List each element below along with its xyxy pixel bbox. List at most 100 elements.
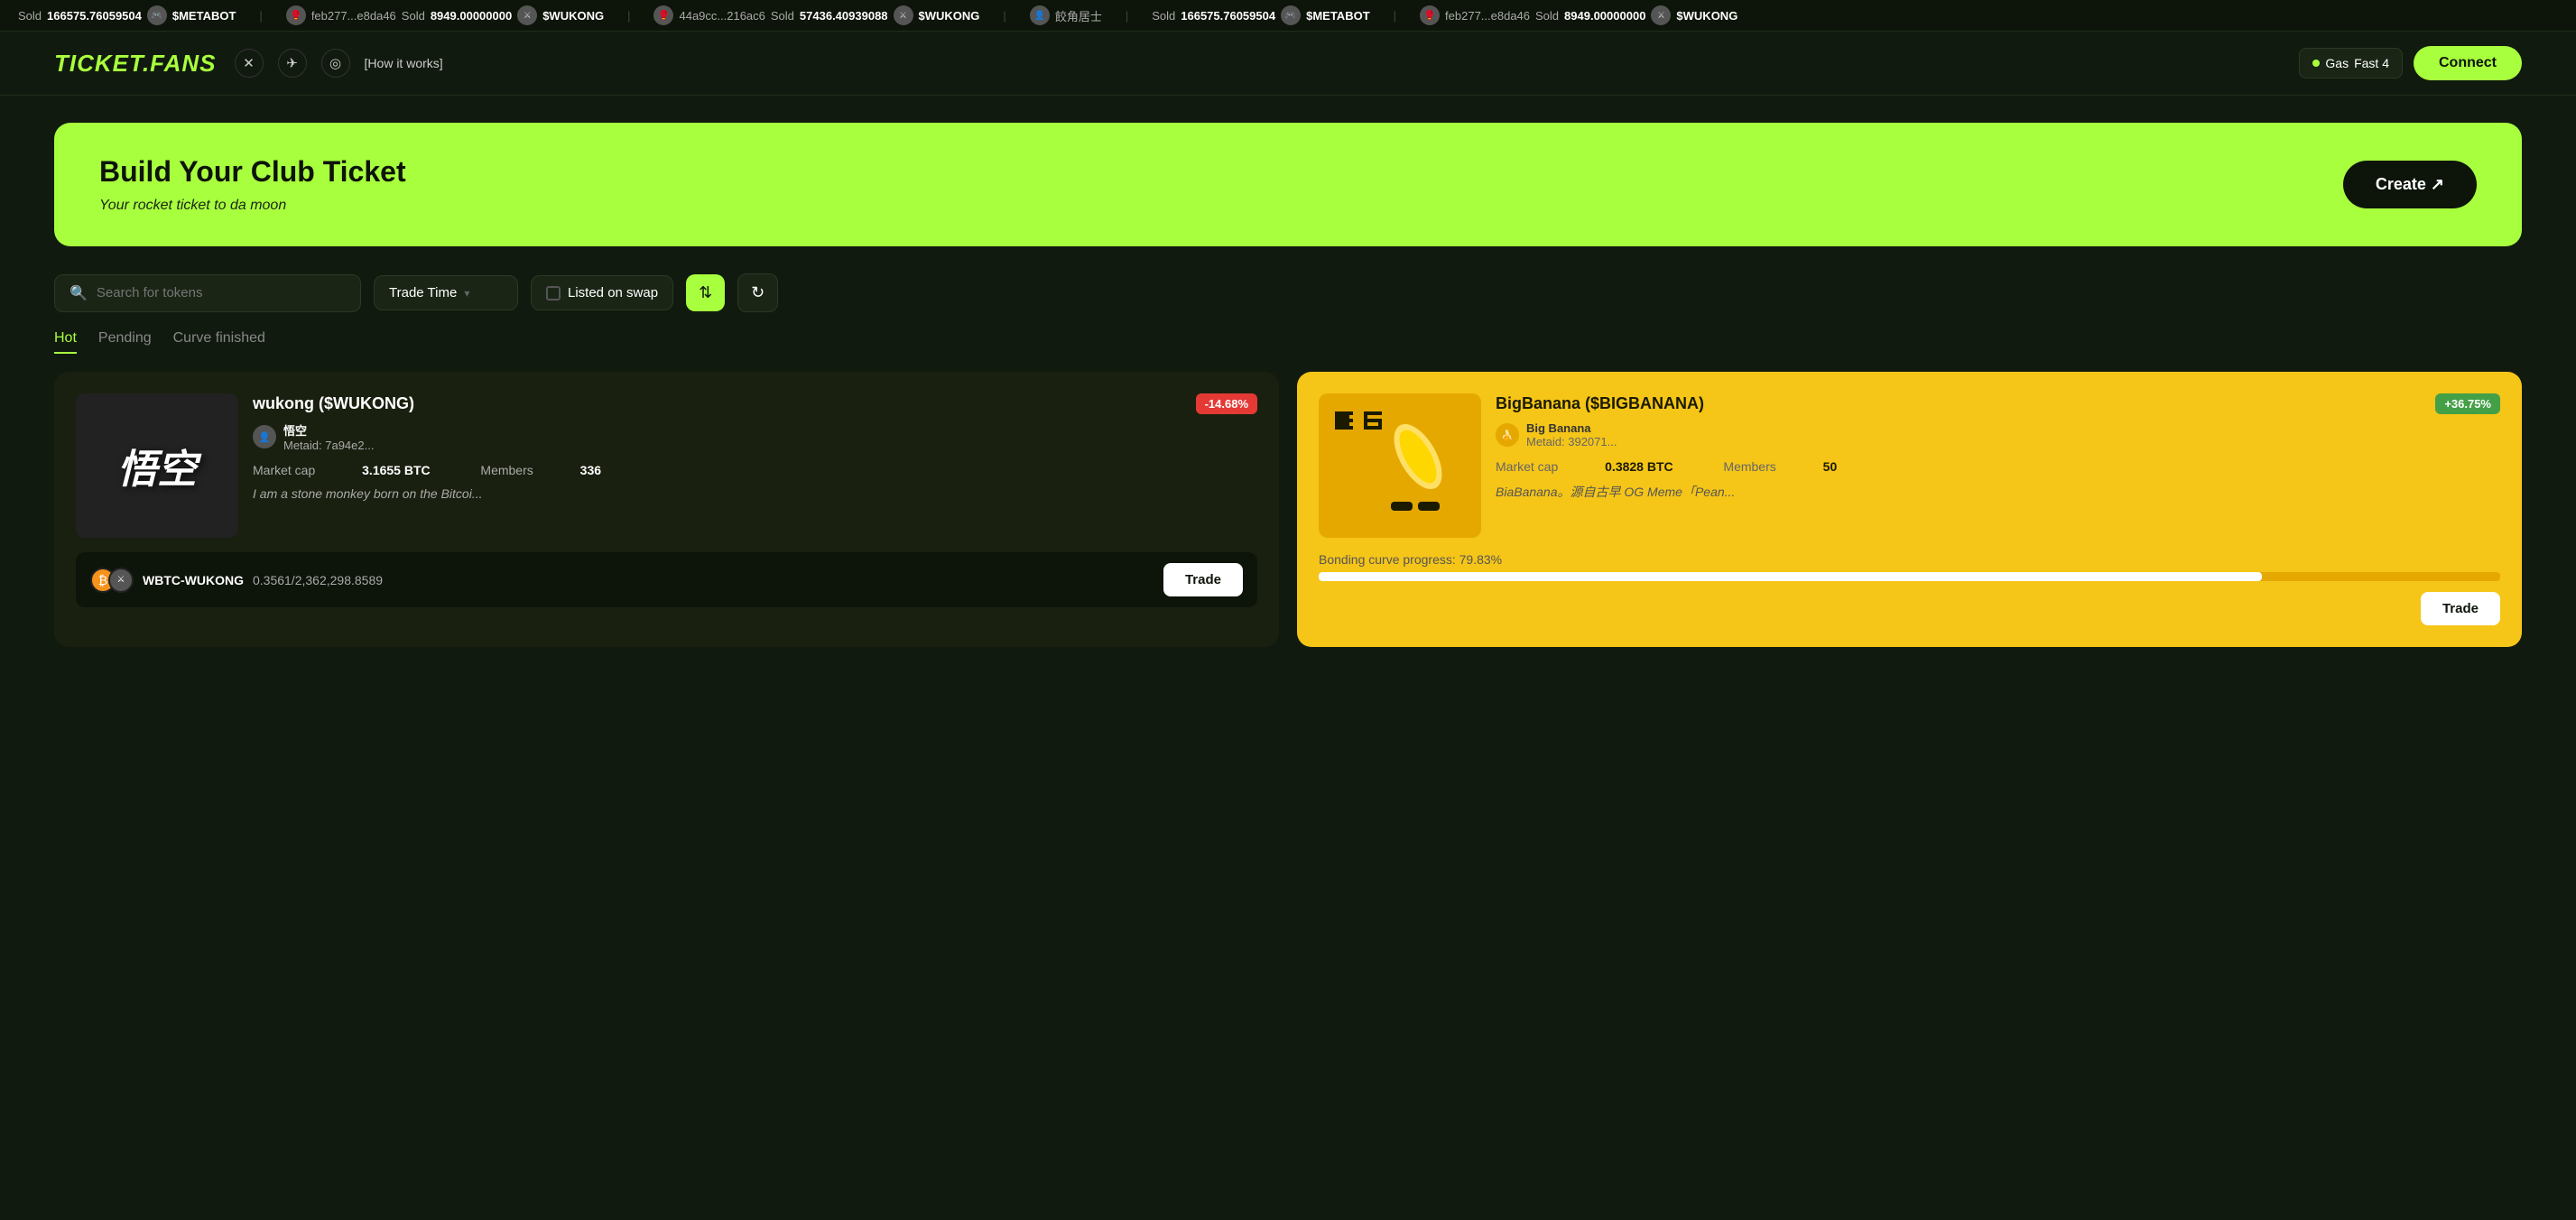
- bonding-bar-fill: [1319, 572, 2262, 581]
- pair-amount-wukong: 0.3561/2,362,298.8589: [253, 573, 383, 587]
- gas-badge: Gas Fast 4: [2299, 48, 2403, 79]
- cards-grid: 悟空 wukong ($WUKONG) -14.68% 👤 悟空 Metaid:…: [0, 372, 2576, 683]
- pair-info-wukong: ₿ ⚔ WBTC-WUKONG 0.3561/2,362,298.8589: [90, 568, 383, 593]
- bigbanana-art: [1328, 402, 1472, 529]
- hero-title: Build Your Club Ticket: [99, 155, 406, 189]
- card-bigbanana-badge: +36.75%: [2435, 393, 2500, 414]
- ticker-avatar: 🎮: [1281, 5, 1301, 25]
- members-value-wukong: 336: [580, 463, 601, 477]
- creator-name-wukong: 悟空: [283, 421, 374, 439]
- ticker-avatar-wukong3: ⚔: [1651, 5, 1671, 25]
- filter-bar: 🔍 Trade Time ▾ Listed on swap ⇅ ↻: [0, 273, 2576, 312]
- market-cap-value-wukong: 3.1655 BTC: [362, 463, 430, 477]
- ticker-item: 🥊 feb277...e8da46 Sold 8949.00000000 ⚔ $…: [286, 5, 604, 25]
- ticker-inner: Sold 166575.76059504 🎮 $METABOT | 🥊 feb2…: [0, 5, 1756, 25]
- trade-time-label: Trade Time: [389, 285, 457, 300]
- connect-button[interactable]: Connect: [2414, 46, 2522, 80]
- card-wukong-title: wukong ($WUKONG): [253, 394, 414, 413]
- trade-button-bigbanana[interactable]: Trade: [2421, 592, 2500, 625]
- header-nav: ✕ ✈ ◎ [How it works]: [235, 49, 443, 78]
- create-button[interactable]: Create ↗: [2343, 161, 2477, 208]
- card-bigbanana-title: BigBanana ($BIGBANANA): [1496, 394, 1704, 413]
- bigbanana-image: [1319, 393, 1481, 538]
- ticker-bar: Sold 166575.76059504 🎮 $METABOT | 🥊 feb2…: [0, 0, 2576, 32]
- members-label-bigbanana: Members: [1723, 459, 1775, 474]
- tab-curve-finished[interactable]: Curve finished: [173, 330, 265, 354]
- search-input[interactable]: [97, 285, 346, 300]
- logo: TiCKET.FANS: [54, 50, 217, 78]
- members-value-bigbanana: 50: [1823, 459, 1838, 474]
- ticker-avatar-wukong: ⚔: [517, 5, 537, 25]
- market-cap-label-bigbanana: Market cap: [1496, 459, 1558, 474]
- market-cap-label-wukong: Market cap: [253, 463, 315, 477]
- bonding-footer: Trade: [1319, 592, 2500, 625]
- bonding-section: Bonding curve progress: 79.83% Trade: [1319, 552, 2500, 625]
- ticker-avatar-wukong2: ⚔: [894, 5, 913, 25]
- card-wukong-footer: ₿ ⚔ WBTC-WUKONG 0.3561/2,362,298.8589 Tr…: [76, 552, 1257, 607]
- wukong-pair-icon: ⚔: [108, 568, 134, 593]
- card-wukong-stats: Market cap 3.1655 BTC Members 336: [253, 463, 1257, 477]
- card-bigbanana-info: BigBanana ($BIGBANANA) +36.75% 🍌 Big Ban…: [1496, 393, 2500, 501]
- sort-icon: ⇅: [699, 283, 712, 302]
- hero-banner: Build Your Club Ticket Your rocket ticke…: [54, 123, 2522, 246]
- gas-value: Fast 4: [2354, 56, 2389, 70]
- listed-on-swap[interactable]: Listed on swap: [531, 275, 673, 310]
- pair-label-wukong: WBTC-WUKONG: [143, 573, 244, 587]
- card-bigbanana-title-row: BigBanana ($BIGBANANA) +36.75%: [1496, 393, 2500, 414]
- bonding-bar-bg: [1319, 572, 2500, 581]
- card-bigbanana-header: BigBanana ($BIGBANANA) +36.75% 🍌 Big Ban…: [1319, 393, 2500, 538]
- creator-meta-wukong: Metaid: 7a94e2...: [283, 439, 374, 452]
- members-label-wukong: Members: [480, 463, 533, 477]
- card-bigbanana-creator-row: 🍌 Big Banana Metaid: 392071...: [1496, 421, 2500, 448]
- telegram-icon[interactable]: ✈: [278, 49, 307, 78]
- ticker-item: 🥊 feb277...e8da46 Sold 8949.00000000 ⚔ $…: [1420, 5, 1737, 25]
- wukong-image: 悟空: [76, 393, 238, 538]
- card-bigbanana-desc: BiaBanana。源自古早 OG Meme「Pean...: [1496, 483, 2500, 501]
- bonding-label: Bonding curve progress: 79.83%: [1319, 552, 2500, 567]
- discord-icon[interactable]: ◎: [321, 49, 350, 78]
- card-bigbanana: BigBanana ($BIGBANANA) +36.75% 🍌 Big Ban…: [1297, 372, 2522, 647]
- hero-text: Build Your Club Ticket Your rocket ticke…: [99, 155, 406, 214]
- listed-swap-label: Listed on swap: [568, 285, 658, 300]
- how-it-works-link[interactable]: [How it works]: [365, 56, 443, 70]
- ticker-item: Sold 166575.76059504 🎮 $METABOT: [1152, 5, 1369, 25]
- ticker-avatar: 🥊: [1420, 5, 1440, 25]
- header-right: Gas Fast 4 Connect: [2299, 46, 2522, 80]
- card-wukong-title-row: wukong ($WUKONG) -14.68%: [253, 393, 1257, 414]
- card-wukong-info: wukong ($WUKONG) -14.68% 👤 悟空 Metaid: 7a…: [253, 393, 1257, 501]
- search-box[interactable]: 🔍: [54, 274, 361, 312]
- creator-avatar-bigbanana: 🍌: [1496, 423, 1519, 447]
- chevron-down-icon: ▾: [464, 287, 469, 300]
- header: TiCKET.FANS ✕ ✈ ◎ [How it works] Gas Fas…: [0, 32, 2576, 96]
- card-wukong: 悟空 wukong ($WUKONG) -14.68% 👤 悟空 Metaid:…: [54, 372, 1279, 647]
- market-cap-value-bigbanana: 0.3828 BTC: [1605, 459, 1673, 474]
- ticker-avatar-user: 👤: [1030, 5, 1050, 25]
- hero-subtitle: Your rocket ticket to da moon: [99, 198, 406, 214]
- card-wukong-badge: -14.68%: [1196, 393, 1257, 414]
- search-icon: 🔍: [69, 284, 88, 302]
- pair-icons-wukong: ₿ ⚔: [90, 568, 134, 593]
- card-wukong-header: 悟空 wukong ($WUKONG) -14.68% 👤 悟空 Metaid:…: [76, 393, 1257, 538]
- creator-avatar-wukong: 👤: [253, 425, 276, 448]
- ticker-item: 👤 餃角居士: [1030, 5, 1102, 25]
- x-icon[interactable]: ✕: [235, 49, 264, 78]
- card-bigbanana-stats: Market cap 0.3828 BTC Members 50: [1496, 459, 2500, 474]
- creator-meta-bigbanana: Metaid: 392071...: [1526, 435, 1617, 448]
- tabs: Hot Pending Curve finished: [0, 330, 2576, 354]
- ticker-item: Sold 166575.76059504 🎮 $METABOT: [18, 5, 236, 25]
- sort-button[interactable]: ⇅: [686, 274, 725, 311]
- listed-swap-checkbox[interactable]: [546, 286, 561, 300]
- gas-label: Gas: [2325, 56, 2349, 70]
- trade-time-select[interactable]: Trade Time ▾: [374, 275, 518, 310]
- ticker-avatar: 🥊: [653, 5, 673, 25]
- ticker-avatar: 🥊: [286, 5, 306, 25]
- creator-name-bigbanana: Big Banana: [1526, 421, 1617, 435]
- ticker-avatar: 🎮: [147, 5, 167, 25]
- trade-button-wukong[interactable]: Trade: [1163, 563, 1243, 596]
- refresh-button[interactable]: ↻: [737, 273, 778, 312]
- refresh-icon: ↻: [751, 283, 764, 302]
- ticker-item: 🥊 44a9cc...216ac6 Sold 57436.40939088 ⚔ …: [653, 5, 979, 25]
- gas-dot: [2312, 60, 2320, 67]
- tab-pending[interactable]: Pending: [98, 330, 152, 354]
- tab-hot[interactable]: Hot: [54, 330, 77, 354]
